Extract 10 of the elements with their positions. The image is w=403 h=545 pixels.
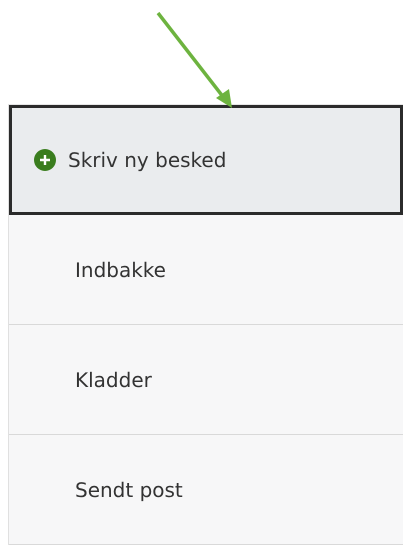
menu-item[interactable]: Sendt post (9, 435, 403, 545)
menu-item-label: Indbakke (75, 258, 166, 282)
menu-item-label: Skriv ny besked (68, 148, 226, 172)
menu-item-label: Kladder (75, 368, 152, 392)
menu-item[interactable]: Indbakke (9, 215, 403, 325)
arrow-icon (156, 12, 232, 108)
menu-item[interactable]: Skriv ny besked (9, 105, 403, 215)
plus-icon (34, 149, 56, 171)
menu-item-label: Sendt post (75, 478, 183, 502)
menu-item[interactable]: Kladder (9, 325, 403, 435)
